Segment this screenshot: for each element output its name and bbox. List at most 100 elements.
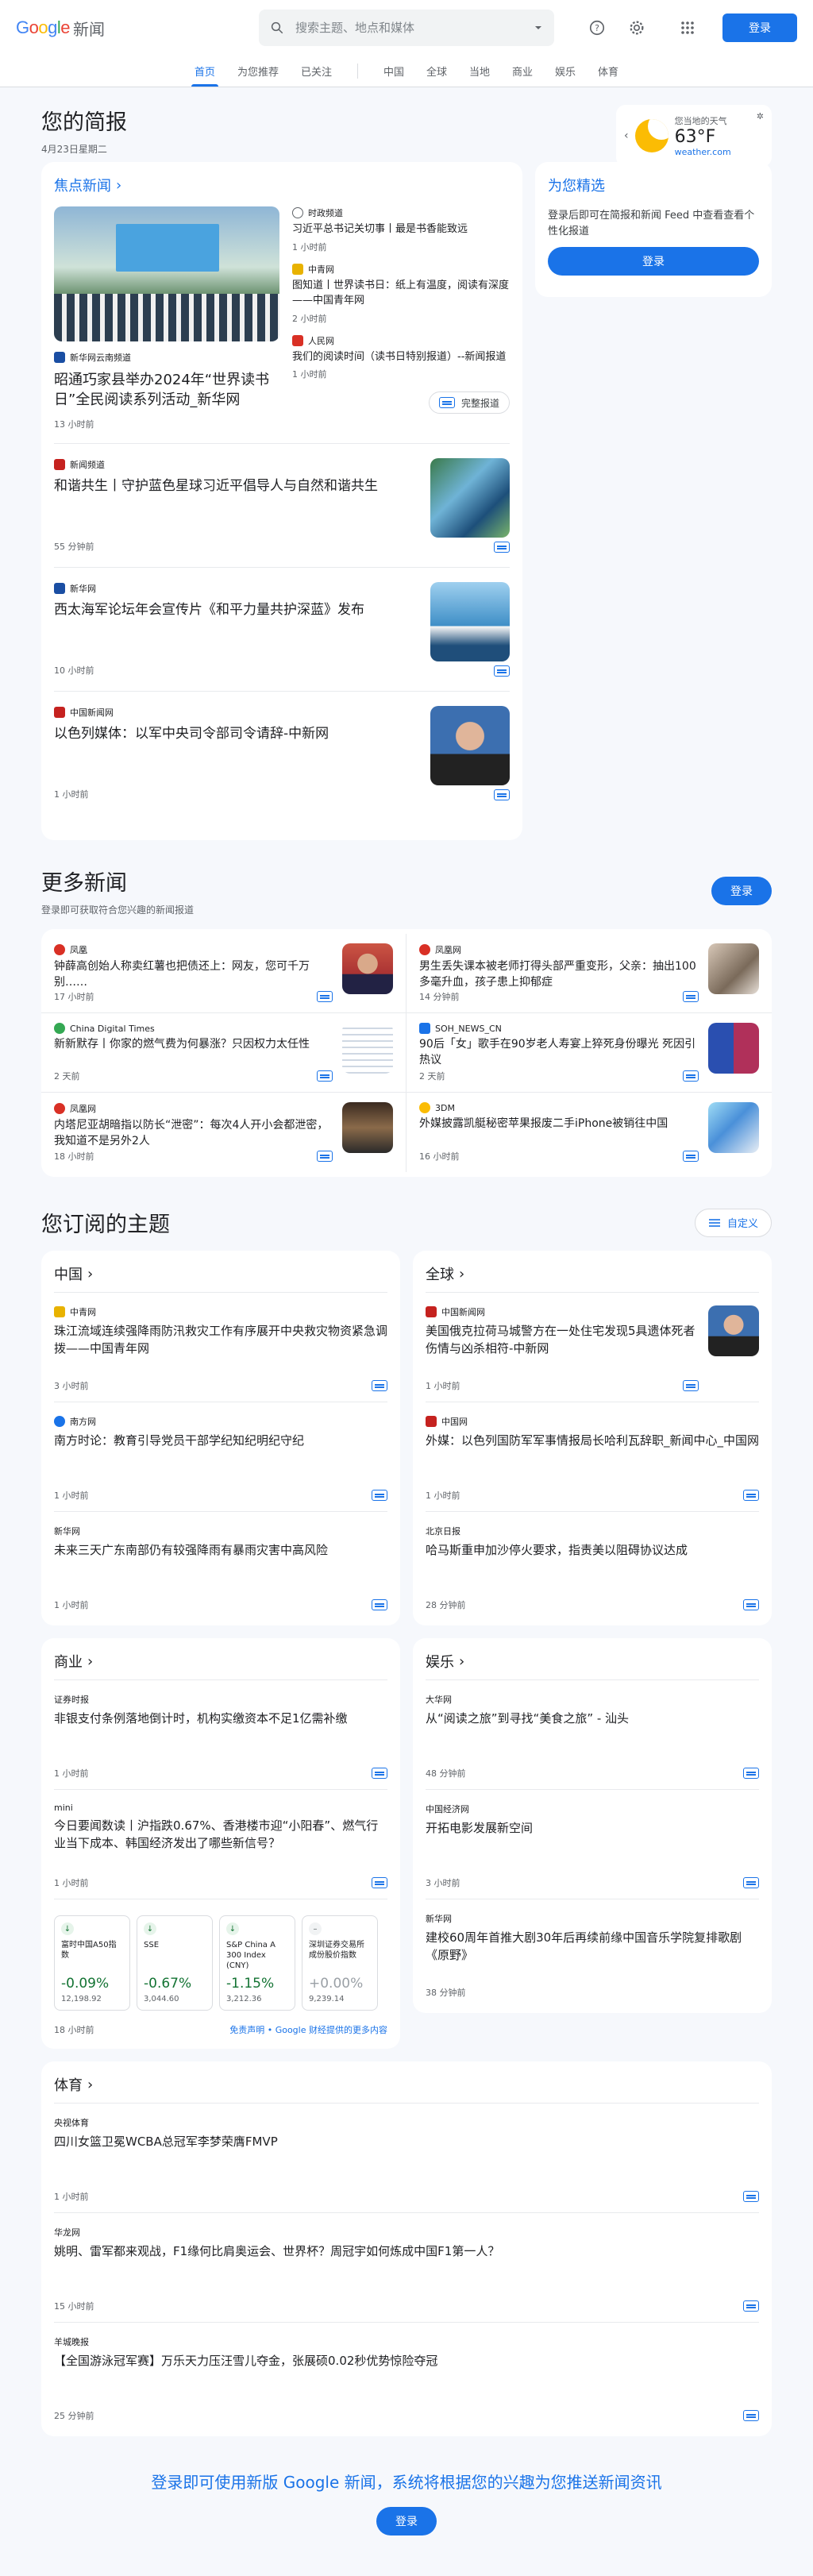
full-coverage-icon[interactable]	[683, 991, 699, 1003]
list-item-title[interactable]: 90后「女」歌手在90岁老人寿宴上猝死身份曝光 死因引热议	[419, 1037, 699, 1070]
related-story[interactable]: 人民网 我们的阅读时间（读书日特别报道）--新闻报道 1 小时前	[292, 334, 510, 381]
list-item-title[interactable]: 珠江流域连续强降雨防汛救灾工作有序展开中央救灾物资紧急调拨——中国青年网	[54, 1323, 387, 1375]
weather-source-link[interactable]: weather.com	[675, 147, 731, 157]
full-coverage-icon[interactable]	[372, 1490, 387, 1502]
finance-disclaimer-link[interactable]: 免责声明 • Google 财经提供的更多内容	[229, 2023, 387, 2036]
list-item-title[interactable]: 姚明、雷军都来观战，F1缘何比肩奥运会、世界杯？周冠宇如何炼成中国F1第一人？	[54, 2243, 759, 2295]
tab-home[interactable]: 首页	[183, 56, 226, 87]
google-news-logo[interactable]: Google 新闻	[16, 17, 259, 40]
list-item[interactable]: 南方网 南方时论：教育引导党员干部学纪知纪明纪守纪 1 小时前	[54, 1402, 387, 1511]
list-item[interactable]: 凤凰网 内塔尼亚胡暗指以防长“泄密”：每次4人开小会都泄密，我知道不是另外2人 …	[41, 1093, 406, 1173]
apps-grid-icon[interactable]	[675, 15, 700, 40]
headlines-link[interactable]: 焦点新闻 ›	[54, 172, 510, 206]
top-story-main[interactable]: 新华网云南频道 昭通巧家县举办2024年“世界读书日”全民阅读系列活动_新华网 …	[54, 206, 279, 430]
full-coverage-icon[interactable]	[683, 1070, 699, 1082]
help-icon[interactable]: ?	[584, 15, 610, 40]
list-item-thumbnail[interactable]	[342, 943, 393, 994]
list-item[interactable]: 央视体育 四川女篮卫冕WCBA总冠军李梦荣膺FMVP 1 小时前	[54, 2103, 759, 2212]
full-coverage-icon[interactable]	[743, 2300, 759, 2312]
headline-title[interactable]: 和谐共生丨守护蓝色星球习近平倡导人与自然和谐共生	[54, 477, 419, 540]
list-item-thumbnail[interactable]	[708, 1305, 759, 1357]
list-item[interactable]: 凤凰网 男生丢失课本被老师打得头部严重变形，父亲：抽出100多毫升血，孩子患上抑…	[406, 934, 772, 1014]
list-item-title[interactable]: 开拓电影发展新空间	[426, 1820, 759, 1872]
full-coverage-icon[interactable]	[683, 1380, 699, 1392]
weather-widget[interactable]: ‹ 您当地的天气 63°F weather.com ✲	[616, 105, 772, 167]
list-item-title[interactable]: 外媒披露凯艇秘密苹果报废二手iPhone被销往中国	[419, 1116, 699, 1150]
full-coverage-icon[interactable]	[317, 1070, 333, 1082]
related-story-title[interactable]: 我们的阅读时间（读书日特别报道）--新闻报道	[292, 350, 510, 365]
list-item[interactable]: 3DM 外媒披露凯艇秘密苹果报废二手iPhone被销往中国 16 小时前	[406, 1093, 772, 1172]
full-coverage-icon[interactable]	[683, 1151, 699, 1163]
headline-item[interactable]: 新华网 西太海军论坛年会宣传片《和平力量共护深蓝》发布 10 小时前	[54, 567, 510, 691]
list-item-title[interactable]: 非银支付条例落地倒计时，机构实缴资本不足1亿需补缴	[54, 1710, 387, 1762]
expand-icon[interactable]: ✲	[757, 111, 764, 121]
top-story-image[interactable]	[54, 206, 279, 341]
picks-login-button[interactable]: 登录	[548, 247, 759, 276]
list-item[interactable]: 证券时报 非银支付条例落地倒计时，机构实缴资本不足1亿需补缴 1 小时前	[54, 1679, 387, 1789]
list-item-title[interactable]: 从“阅读之旅”到寻找“美食之旅” - 汕头	[426, 1710, 759, 1762]
list-item-thumbnail[interactable]	[708, 1102, 759, 1154]
top-story-title[interactable]: 昭通巧家县举办2024年“世界读书日”全民阅读系列活动_新华网	[54, 370, 279, 410]
topic-link-sports[interactable]: 体育 ›	[54, 2066, 759, 2103]
list-item[interactable]: 羊城晚报 【全国游泳冠军赛】万乐天力压汪雪儿夺金，张展硕0.02秒优势惊险夺冠 …	[54, 2322, 759, 2431]
search-input[interactable]	[295, 21, 522, 35]
search-box[interactable]	[259, 10, 554, 46]
more-news-login-button[interactable]: 登录	[711, 877, 772, 905]
list-item[interactable]: 中国网 外媒：以色列国防军军事情报局长哈利瓦辞职_新闻中心_中国网 1 小时前	[426, 1402, 759, 1511]
list-item-title[interactable]: 新新默存丨你家的燃气费为何暴涨？只因权力太任性	[54, 1037, 333, 1070]
tab-local[interactable]: 当地	[458, 56, 501, 87]
list-item-title[interactable]: 男生丢失课本被老师打得头部严重变形，父亲：抽出100多毫升血，孩子患上抑郁症	[419, 959, 699, 990]
gear-icon[interactable]	[624, 15, 649, 40]
list-item[interactable]: 中国新闻网 美国俄克拉荷马城警方在一处住宅发现5具遗体死者伤情与凶杀相符-中新网…	[426, 1292, 759, 1402]
full-coverage-icon[interactable]	[743, 1768, 759, 1780]
list-item[interactable]: 中青网 珠江流域连续强降雨防汛救灾工作有序展开中央救灾物资紧急调拨——中国青年网…	[54, 1292, 387, 1402]
full-coverage-icon[interactable]	[743, 1599, 759, 1611]
full-coverage-icon[interactable]	[372, 1877, 387, 1889]
list-item-title[interactable]: 南方时论：教育引导党员干部学纪知纪明纪守纪	[54, 1433, 387, 1484]
list-item-thumbnail[interactable]	[708, 1023, 759, 1074]
chevron-left-icon[interactable]: ‹	[624, 129, 629, 142]
list-item[interactable]: SOH_NEWS_CN 90后「女」歌手在90岁老人寿宴上猝死身份曝光 死因引热…	[406, 1013, 772, 1093]
headline-thumbnail[interactable]	[430, 582, 510, 662]
list-item-title[interactable]: 四川女篮卫冕WCBA总冠军李梦荣膺FMVP	[54, 2134, 759, 2185]
tab-for-you[interactable]: 为您推荐	[226, 56, 290, 87]
list-item[interactable]: 华龙网 姚明、雷军都来观战，F1缘何比肩奥运会、世界杯？周冠宇如何炼成中国F1第…	[54, 2212, 759, 2322]
topic-link-world[interactable]: 全球 ›	[426, 1255, 759, 1292]
tab-entertainment[interactable]: 娱乐	[544, 56, 587, 87]
list-item-title[interactable]: 今日要闻数读丨沪指跌0.67%、香港楼市迎“小阳春”、燃气行业当下成本、韩国经济…	[54, 1818, 387, 1872]
list-item-title[interactable]: 钟薛高创始人称卖红薯也把债还上：网友，您可千万别……	[54, 959, 333, 990]
list-item-title[interactable]: 美国俄克拉荷马城警方在一处住宅发现5具遗体死者伤情与凶杀相符-中新网	[426, 1323, 699, 1375]
full-coverage-icon[interactable]	[743, 2410, 759, 2422]
list-item[interactable]: 凤凰 钟薛高创始人称卖红薯也把债还上：网友，您可千万别…… 17 小时前	[41, 934, 406, 1014]
list-item-title[interactable]: 【全国游泳冠军赛】万乐天力压汪雪儿夺金，张展硕0.02秒优势惊险夺冠	[54, 2353, 759, 2404]
tab-following[interactable]: 已关注	[290, 56, 343, 87]
list-item[interactable]: mini 今日要闻数读丨沪指跌0.67%、香港楼市迎“小阳春”、燃气行业当下成本…	[54, 1789, 387, 1899]
list-item[interactable]: 大华网 从“阅读之旅”到寻找“美食之旅” - 汕头 48 分钟前	[426, 1679, 759, 1789]
full-coverage-icon[interactable]	[372, 1599, 387, 1611]
list-item[interactable]: 新华网 建校60周年首推大剧30年后再续前缘中国音乐学院复排歌剧《原野》 38 …	[426, 1899, 759, 2008]
topic-link-business[interactable]: 商业 ›	[54, 1643, 387, 1679]
stock-card[interactable]: ↓ S&P China A 300 Index (CNY) -1.15% 3,2…	[219, 1915, 295, 2011]
full-coverage-button[interactable]: 完整报道	[428, 391, 510, 415]
full-coverage-icon[interactable]	[372, 1380, 387, 1392]
headline-thumbnail[interactable]	[430, 706, 510, 786]
tab-world[interactable]: 全球	[415, 56, 458, 87]
related-story[interactable]: 中青网 图知道丨世界读书日：纸上有温度，阅读有深度——中国青年网 2 小时前	[292, 263, 510, 325]
stock-card[interactable]: ↓ 富时中国A50指数 -0.09% 12,198.92	[54, 1915, 130, 2011]
tab-sports[interactable]: 体育	[587, 56, 630, 87]
related-story[interactable]: 时政频道 习近平总书记关切事丨最是书香能致远 1 小时前	[292, 206, 510, 253]
full-coverage-icon[interactable]	[743, 1877, 759, 1889]
chevron-down-icon[interactable]	[534, 23, 543, 33]
list-item-title[interactable]: 未来三天广东南部仍有较强降雨有暴雨灾害中高风险	[54, 1542, 387, 1594]
list-item[interactable]: 新华网 未来三天广东南部仍有较强降雨有暴雨灾害中高风险 1 小时前	[54, 1511, 387, 1621]
related-story-title[interactable]: 习近平总书记关切事丨最是书香能致远	[292, 222, 510, 237]
login-button[interactable]: 登录	[722, 13, 797, 42]
list-item[interactable]: 北京日报 哈马斯重申加沙停火要求，指责美以阻碍协议达成 28 分钟前	[426, 1511, 759, 1621]
list-item-thumbnail[interactable]	[342, 1023, 393, 1074]
full-coverage-icon[interactable]	[743, 2191, 759, 2203]
list-item-title[interactable]: 建校60周年首推大剧30年后再续前缘中国音乐学院复排歌剧《原野》	[426, 1930, 759, 1981]
full-coverage-icon[interactable]	[743, 1490, 759, 1502]
list-item-title[interactable]: 外媒：以色列国防军军事情报局长哈利瓦辞职_新闻中心_中国网	[426, 1433, 759, 1484]
full-coverage-icon[interactable]	[317, 991, 333, 1003]
customize-button[interactable]: 自定义	[694, 1208, 772, 1237]
